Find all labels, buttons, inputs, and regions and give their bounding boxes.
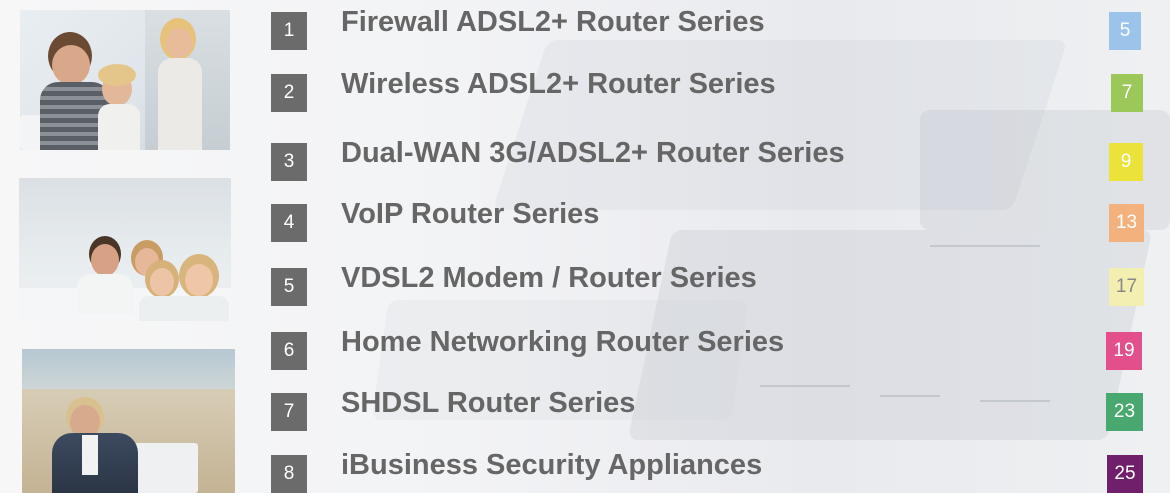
toc-page-badge[interactable]: 5 bbox=[1109, 12, 1141, 50]
toc-row[interactable]: 3 Dual-WAN 3G/ADSL2+ Router Series 9 bbox=[0, 137, 1170, 181]
toc-number-badge: 6 bbox=[271, 332, 307, 370]
toc-row[interactable]: 1 Firewall ADSL2+ Router Series 5 bbox=[0, 6, 1170, 50]
toc-row[interactable]: 7 SHDSL Router Series 23 bbox=[0, 387, 1170, 431]
toc-page-badge[interactable]: 19 bbox=[1106, 332, 1142, 370]
toc-row[interactable]: 6 Home Networking Router Series 19 bbox=[0, 326, 1170, 370]
toc-row[interactable]: 4 VoIP Router Series 13 bbox=[0, 198, 1170, 242]
toc-title[interactable]: Home Networking Router Series bbox=[341, 326, 784, 359]
toc-row[interactable]: 5 VDSL2 Modem / Router Series 17 bbox=[0, 262, 1170, 306]
toc-title[interactable]: SHDSL Router Series bbox=[341, 387, 635, 420]
background-line bbox=[930, 245, 1040, 247]
toc-title[interactable]: VoIP Router Series bbox=[341, 198, 599, 231]
toc-number-badge: 3 bbox=[271, 143, 307, 181]
toc-page-badge[interactable]: 25 bbox=[1107, 455, 1143, 493]
toc-number-badge: 7 bbox=[271, 393, 307, 431]
toc-page-badge[interactable]: 13 bbox=[1109, 204, 1144, 242]
toc-page-badge[interactable]: 9 bbox=[1109, 143, 1143, 181]
toc-title[interactable]: Dual-WAN 3G/ADSL2+ Router Series bbox=[341, 137, 845, 170]
toc-row[interactable]: 8 iBusiness Security Appliances 25 bbox=[0, 449, 1170, 493]
toc-number-badge: 5 bbox=[271, 268, 307, 306]
toc-page-badge[interactable]: 7 bbox=[1111, 74, 1143, 112]
toc-title[interactable]: VDSL2 Modem / Router Series bbox=[341, 262, 757, 295]
toc-title[interactable]: iBusiness Security Appliances bbox=[341, 449, 762, 482]
toc-row[interactable]: 2 Wireless ADSL2+ Router Series 7 bbox=[0, 68, 1170, 112]
toc-number-badge: 8 bbox=[271, 455, 307, 493]
toc-title[interactable]: Firewall ADSL2+ Router Series bbox=[341, 6, 765, 39]
toc-number-badge: 4 bbox=[271, 204, 307, 242]
toc-number-badge: 1 bbox=[271, 12, 307, 50]
toc-title[interactable]: Wireless ADSL2+ Router Series bbox=[341, 68, 776, 101]
toc-number-badge: 2 bbox=[271, 74, 307, 112]
toc-page-badge[interactable]: 17 bbox=[1109, 268, 1144, 306]
toc-page-badge[interactable]: 23 bbox=[1106, 393, 1143, 431]
